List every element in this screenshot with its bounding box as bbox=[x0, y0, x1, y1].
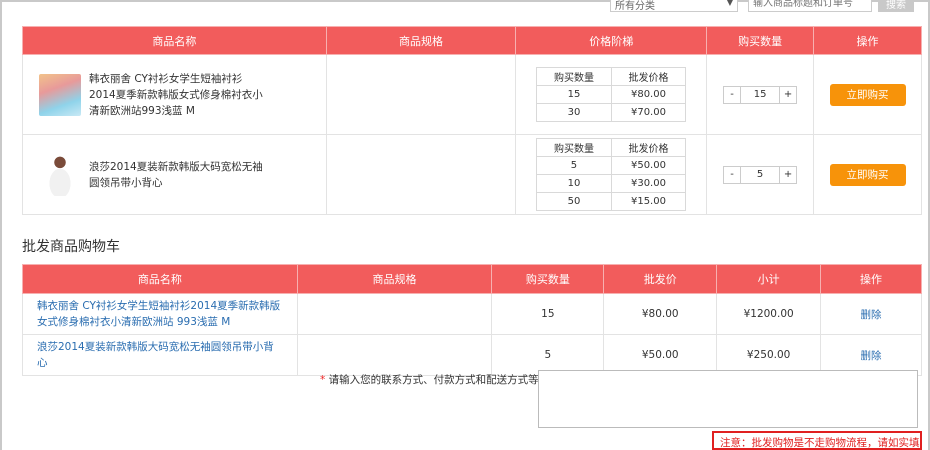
tier-qty: 5 bbox=[536, 156, 612, 175]
category-select-value: 所有分类 bbox=[615, 1, 655, 12]
cart-item-name[interactable]: 韩衣丽舍 CY衬衫女学生短袖衬衫2014夏季新款韩版女式修身棉衬衣小清新欧洲站 … bbox=[22, 293, 298, 335]
product-table: 商品名称 商品规格 价格阶梯 购买数量 操作 韩衣丽舍 CY衬衫女学生短袖衬衫2… bbox=[22, 26, 922, 215]
tier-qty: 10 bbox=[536, 174, 612, 193]
delete-link[interactable]: 删除 bbox=[861, 350, 882, 362]
search-button[interactable]: 搜索 bbox=[878, 0, 914, 12]
product-name[interactable]: 韩衣丽舍 CY衬衫女学生短袖衬衫2014夏季新款韩版女式修身棉衬衣小清新欧洲站9… bbox=[89, 71, 264, 119]
cart-item-price: ¥80.00 bbox=[603, 293, 718, 335]
required-mark: * bbox=[320, 374, 326, 386]
quantity-input[interactable]: 15 bbox=[741, 85, 780, 104]
delete-link[interactable]: 删除 bbox=[861, 309, 882, 321]
search-bar: 所有分类 ▼ 搜索 bbox=[610, 0, 914, 14]
cart-item-spec bbox=[296, 334, 493, 376]
cart-header-spec: 商品规格 bbox=[296, 264, 493, 294]
tier-price: ¥30.00 bbox=[610, 174, 687, 193]
tier-qty: 30 bbox=[536, 103, 612, 122]
notice-text: 注意：批发购物是不走购物流程，请如实填写信息 bbox=[712, 431, 922, 450]
quantity-stepper: - 15 + bbox=[707, 85, 813, 104]
contact-info-textarea[interactable] bbox=[538, 370, 918, 428]
cart-item-subtotal: ¥1200.00 bbox=[716, 293, 822, 335]
product-thumbnail[interactable] bbox=[39, 153, 81, 196]
cart-header-operation: 操作 bbox=[820, 264, 922, 294]
cart-header-name: 商品名称 bbox=[22, 264, 298, 294]
cart-title: 批发商品购物车 bbox=[22, 239, 120, 255]
product-name[interactable]: 浪莎2014夏装新款韩版大码宽松无袖圆领吊带小背心 bbox=[89, 159, 264, 191]
cart-item-name[interactable]: 浪莎2014夏装新款韩版大码宽松无袖圆领吊带小背心 bbox=[22, 334, 298, 376]
tier-price: ¥80.00 bbox=[610, 85, 687, 104]
cart-header-price: 批发价 bbox=[603, 264, 718, 294]
buy-now-button[interactable]: 立即购买 bbox=[829, 163, 906, 186]
tier-qty: 15 bbox=[536, 85, 612, 104]
price-tier-table: 购买数量 批发价格 5 ¥50.00 10 ¥30.00 50 ¥15.00 bbox=[536, 138, 687, 211]
header-product-spec: 商品规格 bbox=[325, 26, 517, 55]
product-spec bbox=[325, 134, 517, 215]
tier-price: ¥70.00 bbox=[610, 103, 687, 122]
decrement-button[interactable]: - bbox=[723, 165, 742, 184]
tier-price: ¥50.00 bbox=[610, 156, 687, 175]
decrement-button[interactable]: - bbox=[723, 85, 742, 104]
cart-header-qty: 购买数量 bbox=[491, 264, 605, 294]
buy-now-button[interactable]: 立即购买 bbox=[829, 83, 906, 106]
increment-button[interactable]: + bbox=[779, 165, 798, 184]
quantity-input[interactable]: 5 bbox=[741, 165, 780, 184]
header-product-name: 商品名称 bbox=[22, 26, 327, 55]
tier-qty: 50 bbox=[536, 192, 612, 211]
contact-label: * 请输入您的联系方式、付款方式和配送方式等信息: bbox=[320, 372, 563, 387]
tier-header-qty: 购买数量 bbox=[536, 67, 612, 86]
product-row: 韩衣丽舍 CY衬衫女学生短袖衬衫2014夏季新款韩版女式修身棉衬衣小清新欧洲站9… bbox=[22, 54, 922, 135]
contact-label-text: 请输入您的联系方式、付款方式和配送方式等信息: bbox=[328, 374, 564, 386]
search-input[interactable] bbox=[748, 0, 872, 12]
category-select[interactable]: 所有分类 ▼ bbox=[610, 0, 738, 12]
tier-header-price: 批发价格 bbox=[610, 67, 687, 86]
tier-header-price: 批发价格 bbox=[610, 138, 687, 157]
header-operation: 操作 bbox=[813, 26, 922, 55]
price-tier-table: 购买数量 批发价格 15 ¥80.00 30 ¥70.00 bbox=[536, 67, 687, 122]
cart-header-subtotal: 小计 bbox=[716, 264, 822, 294]
chevron-down-icon: ▼ bbox=[726, 0, 733, 7]
header-buy-quantity: 购买数量 bbox=[706, 26, 815, 55]
cart-item-spec bbox=[296, 293, 493, 335]
cart-row: 韩衣丽舍 CY衬衫女学生短袖衬衫2014夏季新款韩版女式修身棉衬衣小清新欧洲站 … bbox=[22, 293, 922, 335]
increment-button[interactable]: + bbox=[779, 85, 798, 104]
cart-table: 商品名称 商品规格 购买数量 批发价 小计 操作 韩衣丽舍 CY衬衫女学生短袖衬… bbox=[22, 264, 922, 376]
product-spec bbox=[325, 54, 517, 135]
quantity-stepper: - 5 + bbox=[707, 165, 813, 184]
cart-item-qty: 15 bbox=[491, 293, 605, 335]
tier-header-qty: 购买数量 bbox=[536, 138, 612, 157]
product-thumbnail[interactable] bbox=[39, 73, 81, 116]
product-row: 浪莎2014夏装新款韩版大码宽松无袖圆领吊带小背心 购买数量 批发价格 5 ¥50.… bbox=[22, 134, 922, 215]
header-price-tier: 价格阶梯 bbox=[515, 26, 708, 55]
tier-price: ¥15.00 bbox=[610, 192, 687, 211]
